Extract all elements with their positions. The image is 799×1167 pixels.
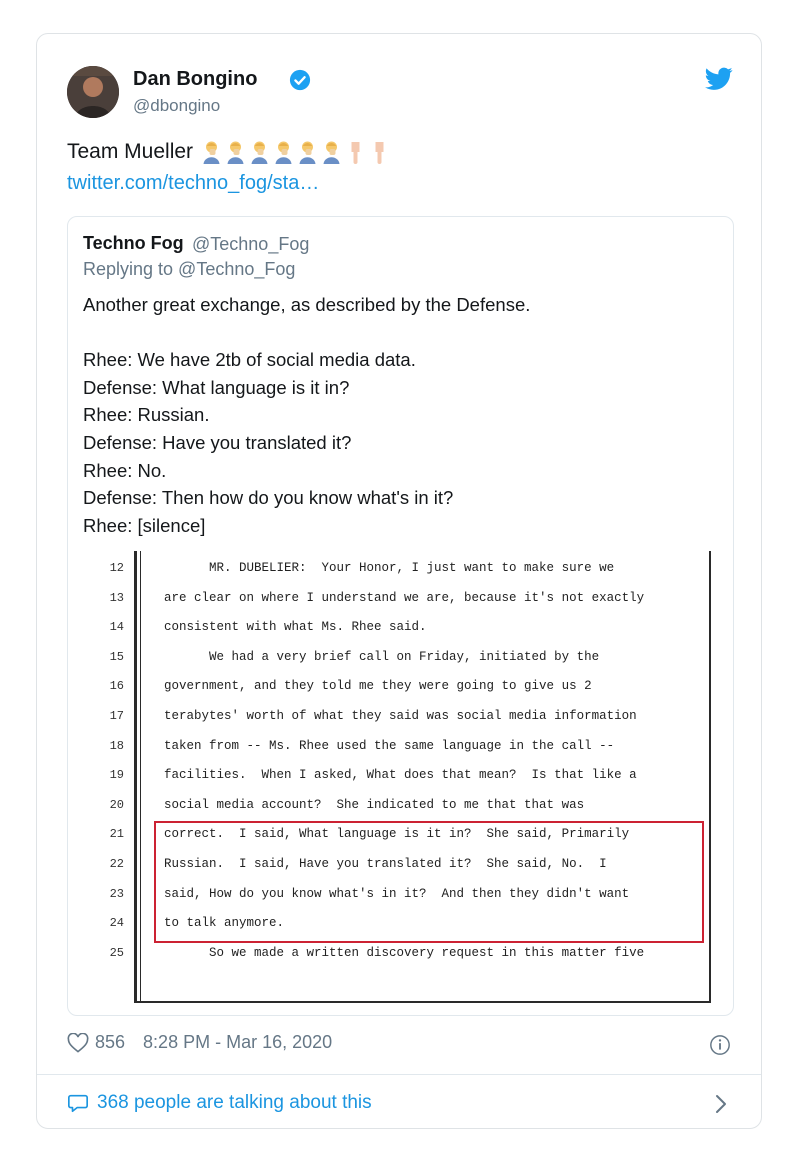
transcript-margin-line xyxy=(140,551,141,1003)
line-number: 22 xyxy=(109,857,124,871)
highlight-box xyxy=(154,821,704,943)
author-handle[interactable]: @dbongino xyxy=(133,96,220,116)
info-icon[interactable] xyxy=(709,1034,731,1056)
line-number: 12 xyxy=(109,561,124,575)
author-avatar[interactable] xyxy=(67,66,119,118)
transcript-line: facilities. When I asked, What does that… xyxy=(164,768,637,783)
tweet-card: Dan Bongino @dbongino Team Mueller twitt… xyxy=(36,33,762,1129)
woman-facepalming-emoji xyxy=(323,141,340,164)
line-number: 23 xyxy=(109,886,124,901)
tweet-link[interactable]: twitter.com/techno_fog/sta… xyxy=(67,172,319,195)
woman-facepalming-emoji xyxy=(299,141,316,164)
line-number: 17 xyxy=(109,709,124,723)
line-number: 19 xyxy=(109,768,124,783)
line-number: 24 xyxy=(109,916,124,931)
woman-facepalming-emoji xyxy=(203,141,220,164)
conversation-link[interactable]: 368 people are talking about this xyxy=(67,1092,372,1114)
quoted-text: Another great exchange, as described by … xyxy=(83,294,531,536)
transcript-line: are clear on where I understand we are, … xyxy=(164,590,645,605)
line-number: 15 xyxy=(109,649,124,664)
tweet-footer: 856 8:28 PM - Mar 16, 2020 xyxy=(67,1032,332,1053)
heart-icon[interactable] xyxy=(67,1032,89,1053)
transcript-right-border xyxy=(709,551,711,1003)
transcript-line: social media account? She indicated to m… xyxy=(164,797,585,812)
transcript-line: MR. DUBELIER: Your Honor, I just want to… xyxy=(164,561,615,575)
transcript-line: So we made a written discovery request i… xyxy=(164,945,645,960)
footer-divider xyxy=(37,1074,761,1075)
line-number: 20 xyxy=(109,797,124,812)
transcript-line: consistent with what Ms. Rhee said. xyxy=(164,620,427,635)
speech-bubble-icon xyxy=(68,1094,88,1113)
point-down-emoji xyxy=(375,142,384,164)
transcript-line: terabytes' worth of what they said was s… xyxy=(164,709,637,723)
like-count[interactable]: 856 xyxy=(95,1032,125,1053)
woman-facepalming-emoji xyxy=(251,141,268,164)
verified-badge-icon xyxy=(289,69,311,91)
quoted-author-name[interactable]: Techno Fog xyxy=(83,233,184,254)
transcript-margin-line xyxy=(134,551,137,1003)
line-number: 16 xyxy=(109,679,124,694)
transcript-line: We had a very brief call on Friday, init… xyxy=(164,649,600,664)
point-down-emoji xyxy=(351,142,360,164)
line-number: 13 xyxy=(109,590,124,605)
quoted-author-handle[interactable]: @Techno_Fog xyxy=(192,234,309,255)
line-number: 25 xyxy=(109,945,124,960)
transcript-line: taken from -- Ms. Rhee used the same lan… xyxy=(164,738,615,753)
transcript-line: government, and they told me they were g… xyxy=(164,679,592,694)
conversation-text: 368 people are talking about this xyxy=(97,1092,372,1113)
timestamp[interactable]: 8:28 PM - Mar 16, 2020 xyxy=(143,1032,332,1053)
quoted-tweet[interactable]: Techno Fog @Techno_Fog Replying to @Tech… xyxy=(67,216,734,1016)
woman-facepalming-emoji xyxy=(275,141,292,164)
woman-facepalming-emoji xyxy=(227,141,244,164)
transcript-bottom-border xyxy=(134,1001,711,1003)
tweet-text: Team Mueller xyxy=(67,140,390,164)
replying-to: Replying to @Techno_Fog xyxy=(83,259,296,279)
line-number: 18 xyxy=(109,738,124,753)
chevron-right-icon[interactable] xyxy=(715,1094,727,1114)
tweet-text-content: Team Mueller xyxy=(67,140,194,163)
line-number: 21 xyxy=(109,827,124,842)
transcript-image: 12 MR. DUBELIER: Your Honor, I just want… xyxy=(110,551,711,1006)
line-number: 14 xyxy=(109,620,124,635)
author-name[interactable]: Dan Bongino xyxy=(133,68,257,91)
emoji-group xyxy=(201,140,390,164)
twitter-bird-icon[interactable] xyxy=(705,67,733,91)
